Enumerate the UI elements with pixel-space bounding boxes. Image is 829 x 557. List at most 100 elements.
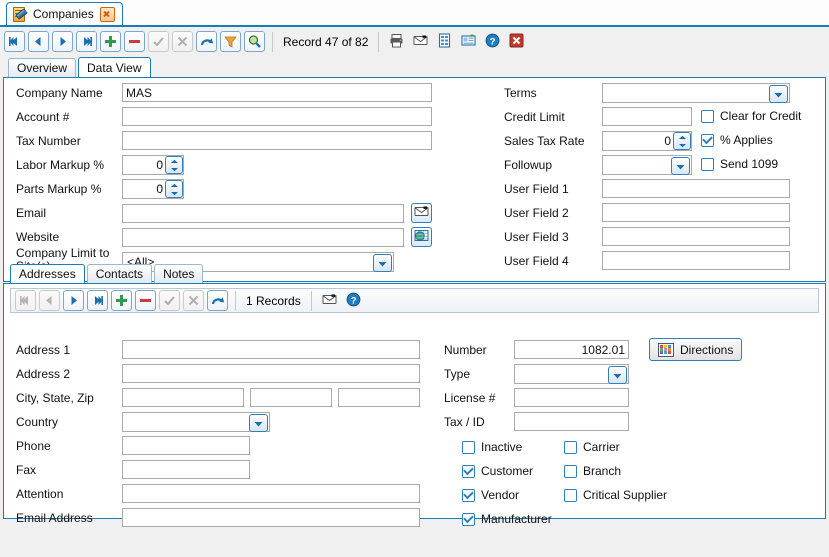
country-combo[interactable] [122,412,270,432]
spinner-down-icon[interactable] [674,141,690,149]
carrier-checkbox[interactable] [564,440,577,454]
globe-icon [414,228,429,246]
sub-tab-addresses[interactable]: Addresses [10,264,85,283]
spinner-up-icon[interactable] [166,181,182,189]
customer-checkbox[interactable] [462,464,475,478]
print-button[interactable] [386,31,407,52]
company-name-input[interactable] [122,83,432,102]
tax-id-input[interactable] [514,412,629,431]
field-row: User Field 2 [504,203,790,222]
field-row: Phone [16,436,250,455]
address-last-button[interactable] [87,290,108,311]
triangle-left-icon [31,34,46,49]
terms-combo[interactable] [602,83,790,103]
directions-button[interactable]: Directions [649,338,743,361]
vendor-checkbox[interactable] [462,488,475,502]
user-field-4-input[interactable] [602,251,790,270]
email-address-input[interactable] [122,508,420,527]
number-input[interactable] [514,340,629,359]
document-edit-icon [12,6,28,22]
card-view-button[interactable] [458,31,479,52]
field-label: License # [444,390,496,405]
spinner-buttons[interactable] [165,180,183,198]
close-window-button[interactable] [506,31,527,52]
user-field-1-input[interactable] [602,179,790,198]
refresh-button[interactable] [196,31,217,52]
fax-input[interactable] [122,460,250,479]
accept-button [148,31,169,52]
spinner-buttons[interactable] [165,156,183,174]
phone-input[interactable] [122,436,250,455]
window-tab-strip: Companies [0,0,829,27]
email-button[interactable] [410,31,431,52]
address-1-input[interactable] [122,340,420,359]
delete-record-button[interactable] [124,31,145,52]
field-row: User Field 4 [504,251,790,270]
address-refresh-button[interactable] [207,290,228,311]
field-label: Tax / ID [444,414,485,429]
field-row: Tax / ID [444,412,629,431]
address-next-button[interactable] [63,290,84,311]
chevron-down-icon[interactable] [671,157,690,175]
state-input[interactable] [250,388,332,407]
field-row: City, State, Zip [16,388,420,407]
chevron-down-icon[interactable] [249,414,268,432]
envelope-icon [322,292,337,310]
spinner-buttons[interactable] [673,132,691,150]
open-website-button[interactable] [411,227,432,247]
zip-input[interactable] [338,388,420,407]
percent-applies-checkbox[interactable] [701,133,714,147]
spinner-up-icon[interactable] [166,157,182,165]
account-number-input[interactable] [122,107,432,126]
manufacturer-checkbox[interactable] [462,512,475,526]
plus-icon [114,293,129,308]
address-help-button[interactable]: ? [343,290,364,311]
inactive-checkbox[interactable] [462,440,475,454]
sub-tab-notes[interactable]: Notes [154,264,204,283]
type-combo[interactable] [514,364,629,384]
address-add-button[interactable] [111,290,132,311]
next-record-button[interactable] [52,31,73,52]
window-tab-companies[interactable]: Companies [6,2,123,25]
field-label: Account # [16,109,70,124]
search-button[interactable] [244,31,265,52]
add-record-button[interactable] [100,31,121,52]
previous-record-button[interactable] [28,31,49,52]
chevron-down-icon[interactable] [373,254,392,272]
tab-data-view[interactable]: Data View [78,57,151,77]
address-email-button[interactable] [319,290,340,311]
last-record-button[interactable] [76,31,97,52]
close-icon[interactable] [99,6,115,22]
chevron-down-icon[interactable] [769,85,788,103]
city-input[interactable] [122,388,244,407]
address-2-input[interactable] [122,364,420,383]
sub-tab-contacts[interactable]: Contacts [86,264,153,283]
send-email-button[interactable] [411,203,432,223]
credit-limit-input[interactable] [602,107,692,126]
spinner-down-icon[interactable] [166,165,182,173]
email-input[interactable] [122,203,404,223]
first-record-button[interactable] [4,31,25,52]
report-button[interactable] [434,31,455,52]
spinner-down-icon[interactable] [166,189,182,197]
address-delete-button[interactable] [135,290,156,311]
send-1099-checkbox[interactable] [701,157,714,171]
help-icon: ? [485,33,500,51]
critical-supplier-checkbox[interactable] [564,488,577,502]
chevron-down-icon[interactable] [608,366,627,384]
attention-input[interactable] [122,484,420,503]
user-field-2-input[interactable] [602,203,790,222]
license-number-input[interactable] [514,388,629,407]
website-input[interactable] [122,227,404,247]
user-field-3-input[interactable] [602,227,790,246]
tab-overview[interactable]: Overview [8,58,77,77]
clear-for-credit-checkbox[interactable] [701,109,714,123]
branch-checkbox[interactable] [564,464,577,478]
filter-button[interactable] [220,31,241,52]
checkbox-row: Manufacturer [462,512,552,526]
followup-combo[interactable] [602,155,692,175]
checkbox-row: Inactive [462,440,522,454]
spinner-up-icon[interactable] [674,133,690,141]
tax-number-input[interactable] [122,131,432,150]
help-button[interactable]: ? [482,31,503,52]
